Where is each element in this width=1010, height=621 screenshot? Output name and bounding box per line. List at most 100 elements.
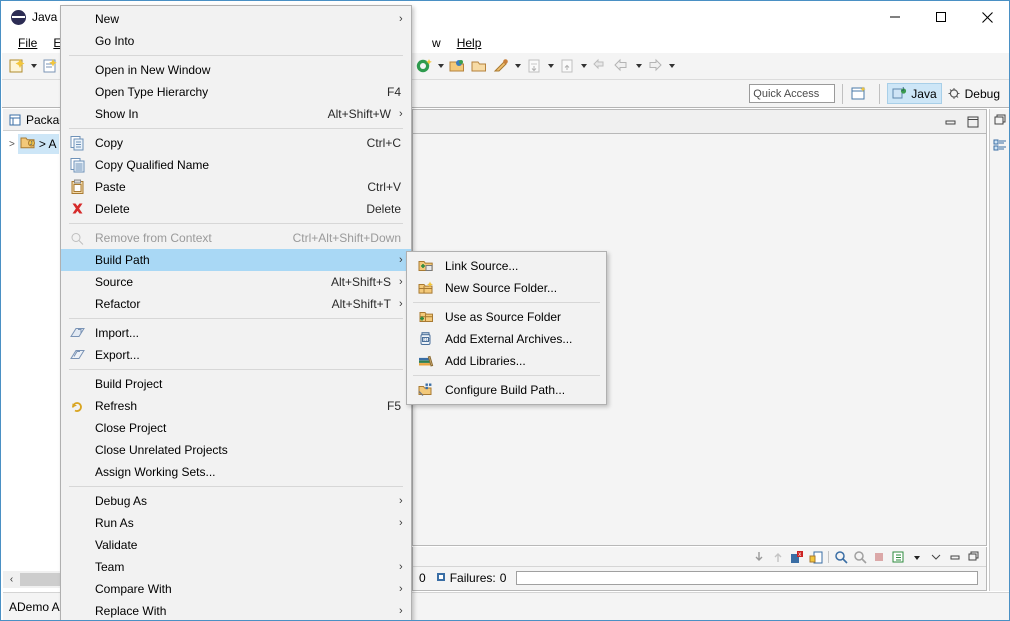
menu-item-go-into[interactable]: Go Into — [61, 30, 411, 52]
submenu-item-configure-build-path[interactable]: Configure Build Path... — [407, 379, 606, 401]
menu-item-close-project[interactable]: Close Project — [61, 417, 411, 439]
menu-item-refresh-accel: F5 — [386, 399, 401, 413]
tab-package-explorer[interactable]: Packag — [8, 113, 66, 127]
tree-twisty-icon[interactable]: > — [9, 139, 15, 150]
annotation-dropdown-icon[interactable] — [513, 56, 522, 76]
run-icon[interactable] — [414, 56, 434, 76]
window-controls — [872, 2, 1009, 32]
view-menu-icon[interactable] — [910, 550, 924, 564]
menu-item-compare-with[interactable]: Compare With › — [61, 578, 411, 600]
submenu-item-new-source-folder-label: New Source Folder... — [445, 281, 558, 295]
open-perspective-icon[interactable] — [850, 85, 870, 103]
chevron-right-icon: › — [399, 583, 403, 595]
menu-item-run-as[interactable]: Run As › — [61, 512, 411, 534]
next-annotation-dropdown-icon[interactable] — [546, 56, 555, 76]
previous-failure-icon[interactable] — [771, 550, 785, 564]
menu-item-validate[interactable]: Validate — [61, 534, 411, 556]
test-history-icon[interactable] — [891, 550, 905, 564]
open-resource-icon[interactable] — [469, 56, 489, 76]
menu-item-show-in-accel: Alt+Shift+W — [327, 107, 391, 121]
submenu-item-add-libraries[interactable]: Add Libraries... — [407, 350, 606, 372]
junit-restore-icon[interactable] — [948, 550, 962, 564]
junit-minimize-icon[interactable] — [929, 550, 943, 564]
tree-item-selected[interactable]: J > A — [17, 134, 59, 154]
next-annotation-icon[interactable] — [524, 56, 544, 76]
menu-item-copy-accel: Ctrl+C — [366, 136, 401, 150]
menu-item-open-in-new-window[interactable]: Open in New Window — [61, 59, 411, 81]
next-failure-icon[interactable] — [752, 550, 766, 564]
menu-item-copy-qualified-name[interactable]: Copy Qualified Name — [61, 154, 411, 176]
menu-item-paste[interactable]: Paste Ctrl+V — [61, 176, 411, 198]
perspective-debug[interactable]: Debug — [942, 84, 1004, 103]
menu-separator — [69, 55, 403, 56]
new-java-annotation-icon[interactable] — [491, 56, 511, 76]
menu-item-refresh[interactable]: Refresh F5 — [61, 395, 411, 417]
junit-progress-bar — [516, 571, 978, 585]
menu-item-build-project[interactable]: Build Project — [61, 373, 411, 395]
forward-dropdown-icon[interactable] — [667, 56, 676, 76]
submenu-separator — [413, 302, 600, 303]
menu-item-export[interactable]: Export... — [61, 344, 411, 366]
menu-item-open-type-hierarchy-label: Open Type Hierarchy — [95, 85, 209, 99]
submenu-item-link-source[interactable]: Link Source... — [407, 255, 606, 277]
submenu-item-new-source-folder[interactable]: New Source Folder... — [407, 277, 606, 299]
menu-window-partial[interactable]: w — [424, 34, 449, 52]
copy-icon — [69, 135, 86, 152]
menu-item-show-in[interactable]: Show In Alt+Shift+W › — [61, 103, 411, 125]
run-dropdown-icon[interactable] — [436, 56, 445, 76]
menu-item-delete[interactable]: Delete Delete — [61, 198, 411, 220]
close-button[interactable] — [964, 2, 1009, 32]
lock-icon[interactable] — [809, 550, 823, 564]
rerun-test-icon[interactable] — [834, 550, 848, 564]
outline-view-icon[interactable] — [993, 138, 1007, 155]
menu-help[interactable]: Help — [449, 34, 490, 52]
rerun-failed-icon[interactable] — [853, 550, 867, 564]
menu-item-debug-as[interactable]: Debug As › — [61, 490, 411, 512]
scroll-left-icon[interactable]: ‹ — [3, 571, 20, 588]
previous-annotation-dropdown-icon[interactable] — [579, 56, 588, 76]
chevron-right-icon: › — [399, 517, 403, 529]
menu-item-open-type-hierarchy[interactable]: Open Type Hierarchy F4 — [61, 81, 411, 103]
submenu-item-add-external-archives[interactable]: 010 Add External Archives... — [407, 328, 606, 350]
submenu-item-link-source-label: Link Source... — [445, 259, 519, 273]
restore-icon[interactable] — [993, 113, 1007, 130]
menu-item-assign-working-sets[interactable]: Assign Working Sets... — [61, 461, 411, 483]
configure-build-path-icon — [417, 382, 434, 399]
quick-access-input[interactable]: Quick Access — [749, 84, 836, 103]
stop-icon[interactable] — [872, 550, 886, 564]
new-java-class-icon[interactable] — [40, 56, 60, 76]
new-wizard-icon[interactable] — [7, 56, 27, 76]
back-icon[interactable] — [612, 56, 632, 76]
menu-item-refresh-label: Refresh — [95, 399, 138, 413]
menu-item-new[interactable]: New › — [61, 8, 411, 30]
add-external-archives-icon: 010 — [417, 331, 434, 348]
menu-item-close-unrelated-projects[interactable]: Close Unrelated Projects — [61, 439, 411, 461]
junit-maximize-icon[interactable] — [967, 550, 981, 564]
menu-item-build-path[interactable]: Build Path › — [61, 249, 411, 271]
menu-item-copy[interactable]: Copy Ctrl+C — [61, 132, 411, 154]
junit-failures-group: Failures: 0 — [436, 571, 506, 585]
menu-item-refactor[interactable]: Refactor Alt+Shift+T › — [61, 293, 411, 315]
submenu-item-use-as-source-folder[interactable]: Use as Source Folder — [407, 306, 606, 328]
menu-item-team[interactable]: Team › — [61, 556, 411, 578]
import-icon — [69, 325, 86, 342]
menu-item-import[interactable]: Import... — [61, 322, 411, 344]
new-wizard-dropdown-icon[interactable] — [29, 56, 38, 76]
forward-icon[interactable] — [645, 56, 665, 76]
minimize-icon[interactable] — [944, 116, 958, 128]
open-type-icon[interactable] — [447, 56, 467, 76]
back-dropdown-icon[interactable] — [634, 56, 643, 76]
menu-item-source[interactable]: Source Alt+Shift+S › — [61, 271, 411, 293]
last-edit-location-icon[interactable] — [590, 56, 610, 76]
minimize-button[interactable] — [872, 2, 918, 32]
show-failures-only-icon[interactable]: x — [790, 550, 804, 564]
maximize-icon[interactable] — [966, 116, 980, 128]
build-path-submenu[interactable]: Link Source... New Source Folder... Use … — [406, 251, 607, 405]
menu-item-replace-with[interactable]: Replace With › — [61, 600, 411, 620]
maximize-button[interactable] — [918, 2, 964, 32]
perspective-java[interactable]: J Java — [887, 83, 942, 104]
project-context-menu[interactable]: New › Go Into Open in New Window Open Ty… — [60, 5, 412, 620]
menu-file[interactable]: File — [10, 34, 45, 52]
menu-item-build-path-label: Build Path — [95, 253, 150, 267]
previous-annotation-icon[interactable] — [557, 56, 577, 76]
